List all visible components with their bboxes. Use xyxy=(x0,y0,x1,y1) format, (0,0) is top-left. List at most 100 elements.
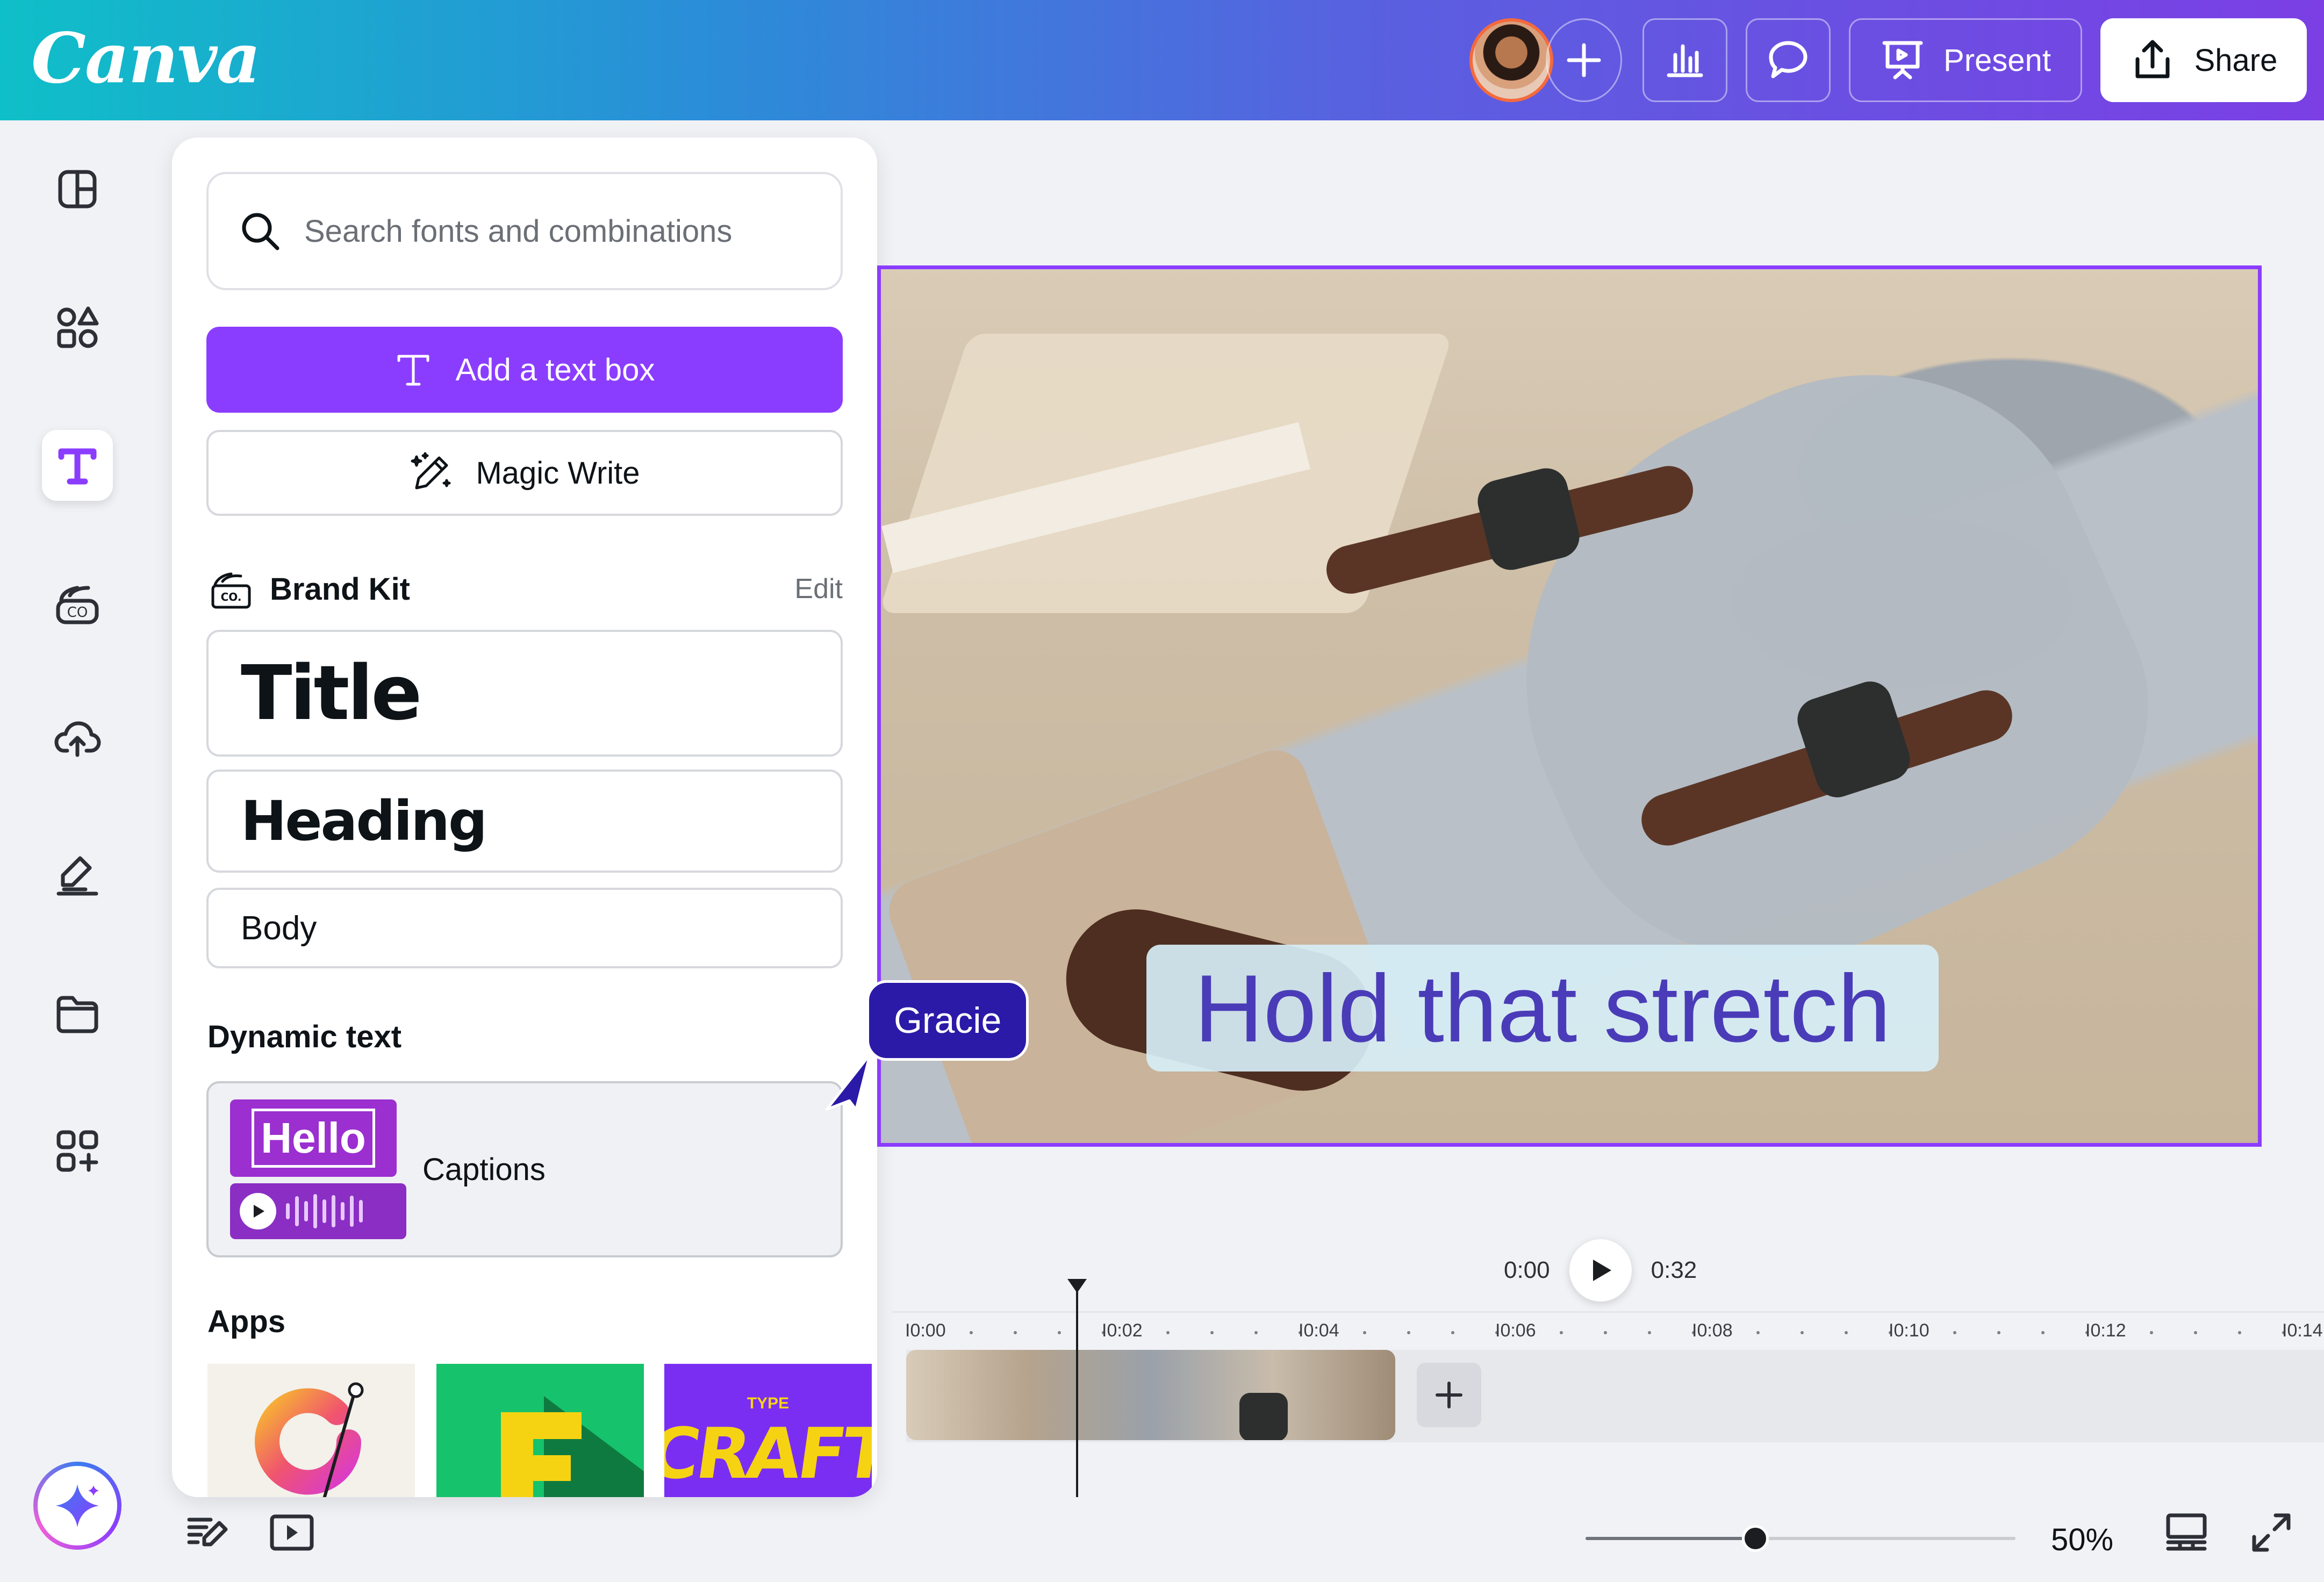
video-icon xyxy=(270,1514,314,1551)
play-button[interactable] xyxy=(1569,1239,1632,1301)
magic-assistant-button[interactable] xyxy=(33,1462,121,1550)
dynamic-text-heading: Dynamic text xyxy=(207,1019,402,1054)
rail-design[interactable] xyxy=(42,154,113,225)
rail-uploads[interactable] xyxy=(42,704,113,775)
timeline-toggle-button[interactable] xyxy=(269,1511,315,1557)
title-style-card[interactable]: Title xyxy=(206,630,843,757)
ruler-tick xyxy=(2150,1331,2153,1334)
ruler-tick xyxy=(2194,1331,2197,1334)
ruler-label: I0:10 xyxy=(1889,1320,1930,1341)
brand-kit-title: Brand Kit xyxy=(270,571,410,607)
brand-kit-logo-text: CO. xyxy=(221,591,242,603)
user-avatar[interactable] xyxy=(1469,18,1553,102)
sparkle-icon xyxy=(56,1484,99,1527)
captions-thumb-text: Hello xyxy=(252,1109,375,1168)
ruler-label: I0:02 xyxy=(1102,1320,1143,1341)
caption-text-box[interactable]: Hold that stretch xyxy=(1146,945,1939,1072)
upload-cloud-icon xyxy=(54,721,101,757)
ruler-tick xyxy=(1210,1331,1214,1334)
grammar-app-logo xyxy=(255,1382,364,1497)
font-app-tile[interactable] xyxy=(436,1364,644,1497)
body-style-card[interactable]: Body xyxy=(206,888,843,968)
ruler-tick xyxy=(1166,1331,1170,1334)
svg-text:CO: CO xyxy=(67,605,88,621)
text-icon xyxy=(58,448,97,485)
video-clip[interactable] xyxy=(906,1350,1395,1440)
rail-elements[interactable] xyxy=(42,292,113,363)
playhead-handle[interactable] xyxy=(1067,1279,1087,1293)
plus-icon xyxy=(1567,43,1601,77)
caption-text: Hold that stretch xyxy=(1194,954,1891,1062)
collaborator-name-tag: Gracie xyxy=(866,980,1029,1061)
type-craft-top: TYPE xyxy=(747,1394,790,1412)
notes-button[interactable] xyxy=(186,1511,229,1557)
design-icon xyxy=(58,170,97,208)
share-button[interactable]: Share xyxy=(2100,18,2307,102)
play-icon xyxy=(1593,1260,1611,1281)
ruler-tick xyxy=(1363,1331,1366,1334)
zoom-slider[interactable] xyxy=(1586,1525,2015,1552)
share-icon xyxy=(2135,40,2170,78)
captions-thumb-hello: Hello xyxy=(230,1099,397,1177)
present-icon xyxy=(1882,41,1923,80)
ruler-tick xyxy=(2041,1331,2045,1334)
ruler-tick xyxy=(1953,1331,1956,1334)
ruler-tick xyxy=(1407,1331,1410,1334)
text-icon xyxy=(397,355,429,386)
ruler-tick xyxy=(1801,1331,1804,1334)
ruler-tick xyxy=(1451,1331,1454,1334)
zoom-percentage[interactable]: 50% xyxy=(2051,1522,2113,1558)
text-panel: Search fonts and combinations Add a text… xyxy=(172,138,877,1497)
collaborator-name: Gracie xyxy=(894,1000,1002,1041)
playhead[interactable] xyxy=(1076,1288,1078,1497)
ruler-tick xyxy=(1756,1331,1760,1334)
heading-style-card[interactable]: Heading xyxy=(206,770,843,873)
total-time: 0:32 xyxy=(1651,1257,1697,1283)
rail-projects[interactable] xyxy=(42,979,113,1050)
brand-kit-edit-link[interactable]: Edit xyxy=(794,573,843,605)
captions-thumb-audio xyxy=(230,1183,406,1239)
add-collaborator-button[interactable] xyxy=(1546,18,1622,102)
ruler-tick xyxy=(1997,1331,2000,1334)
rail-text[interactable] xyxy=(42,430,113,501)
zoom-slider-fill xyxy=(1586,1537,1755,1540)
design-canvas[interactable]: Hold that stretch xyxy=(877,265,2262,1147)
elements-icon xyxy=(57,306,99,348)
grammar-app-tile[interactable] xyxy=(207,1364,415,1497)
brand-icon: CO xyxy=(56,586,99,624)
play-icon xyxy=(240,1193,276,1229)
rail-brand[interactable]: CO xyxy=(42,567,113,638)
add-clip-button[interactable] xyxy=(1417,1363,1481,1427)
playback-controls: 0:00 0:32 xyxy=(1504,1238,1697,1303)
canva-logo[interactable]: Canva xyxy=(31,18,261,99)
type-craft-main: CRAFT xyxy=(664,1413,872,1494)
magic-write-button[interactable]: Magic Write xyxy=(206,430,843,516)
add-text-box-button[interactable]: Add a text box xyxy=(206,327,843,413)
insights-button[interactable] xyxy=(1642,18,1727,102)
fullscreen-button[interactable] xyxy=(2250,1511,2293,1557)
captions-card[interactable]: Hello Captions xyxy=(206,1081,843,1257)
collaborator-cursor-icon xyxy=(825,1054,872,1111)
font-search-input[interactable]: Search fonts and combinations xyxy=(206,172,843,290)
apps-heading: Apps xyxy=(207,1304,285,1339)
rail-apps[interactable] xyxy=(42,1116,113,1186)
notes-icon xyxy=(187,1518,228,1547)
heading-style-label: Heading xyxy=(241,789,487,853)
timeline-ruler[interactable]: I0:00 I0:02 I0:04 I0:06 I0:08 I0:10 I0:12 I0:14 xyxy=(892,1311,2324,1350)
ruler-tick xyxy=(1648,1331,1651,1334)
expand-icon xyxy=(2252,1513,2291,1552)
search-placeholder: Search fonts and combinations xyxy=(304,213,733,249)
zoom-slider-thumb[interactable] xyxy=(1742,1525,1769,1552)
page-view-button[interactable] xyxy=(2164,1511,2209,1559)
ruler-tick xyxy=(1254,1331,1258,1334)
type-craft-app-tile[interactable]: TYPE CRAFT xyxy=(664,1364,872,1497)
font-app-logo xyxy=(501,1396,644,1497)
comments-button[interactable] xyxy=(1746,18,1831,102)
draw-icon xyxy=(56,856,98,896)
present-button[interactable]: Present xyxy=(1849,18,2082,102)
clip-thumbnail-detail xyxy=(1239,1393,1288,1440)
add-text-label: Add a text box xyxy=(455,352,655,387)
rail-draw[interactable] xyxy=(42,840,113,911)
brand-kit-row: CO. Brand Kit Edit xyxy=(210,557,843,621)
ruler-tick xyxy=(1604,1331,1607,1334)
